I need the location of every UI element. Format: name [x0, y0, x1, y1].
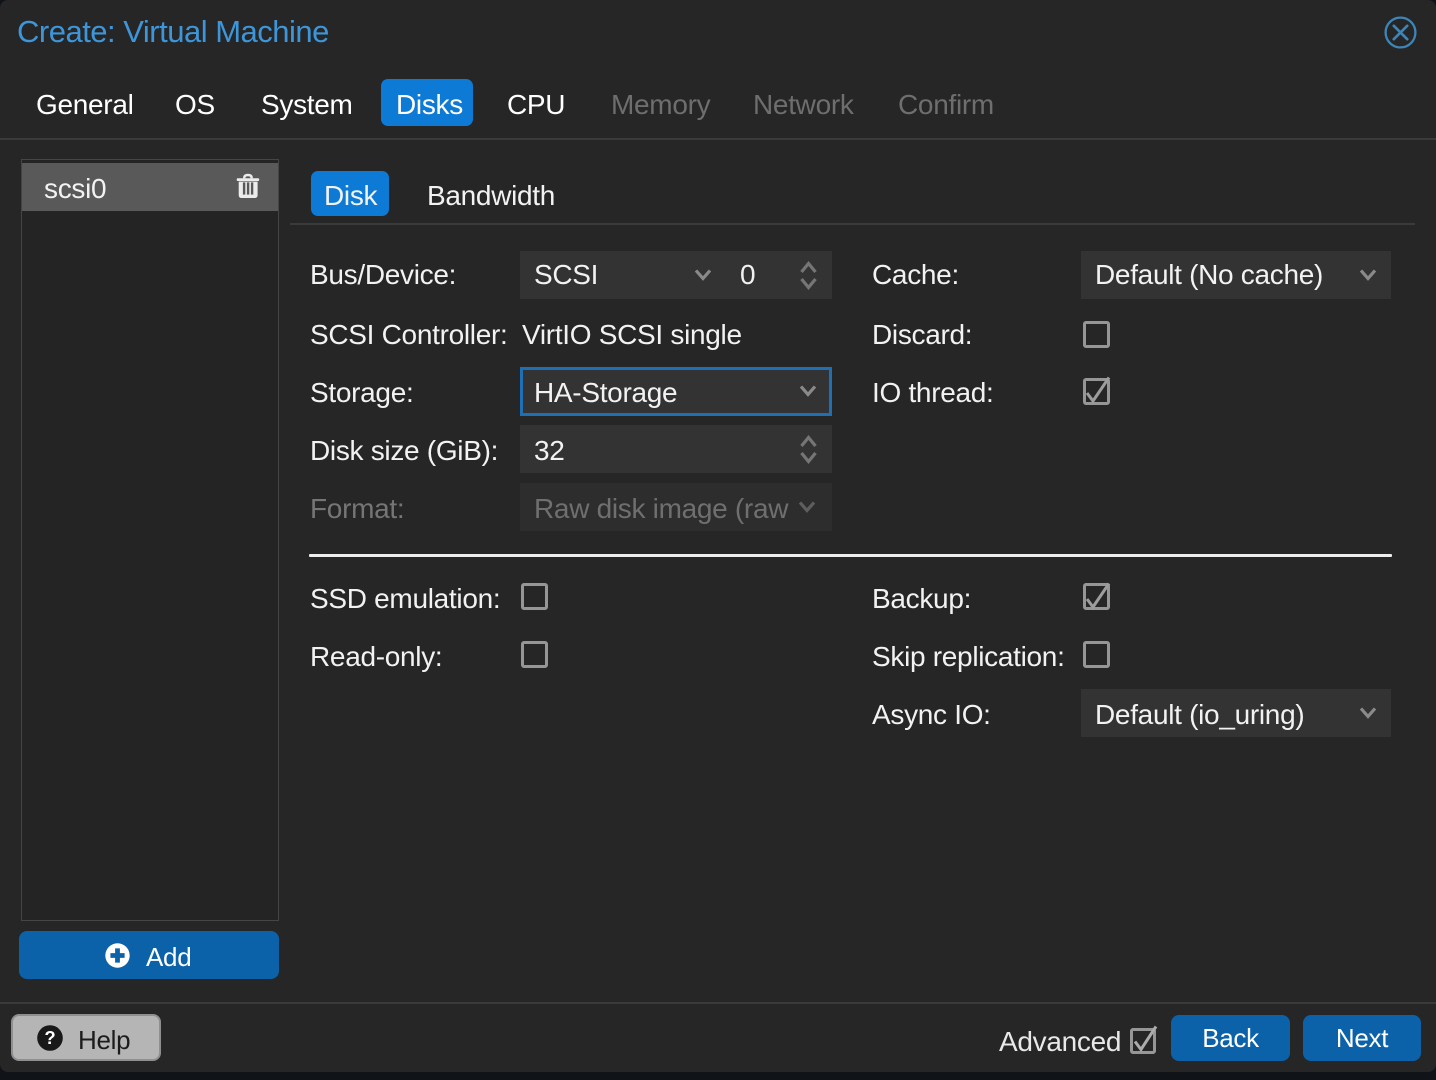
svg-text:?: ? — [44, 1027, 55, 1048]
